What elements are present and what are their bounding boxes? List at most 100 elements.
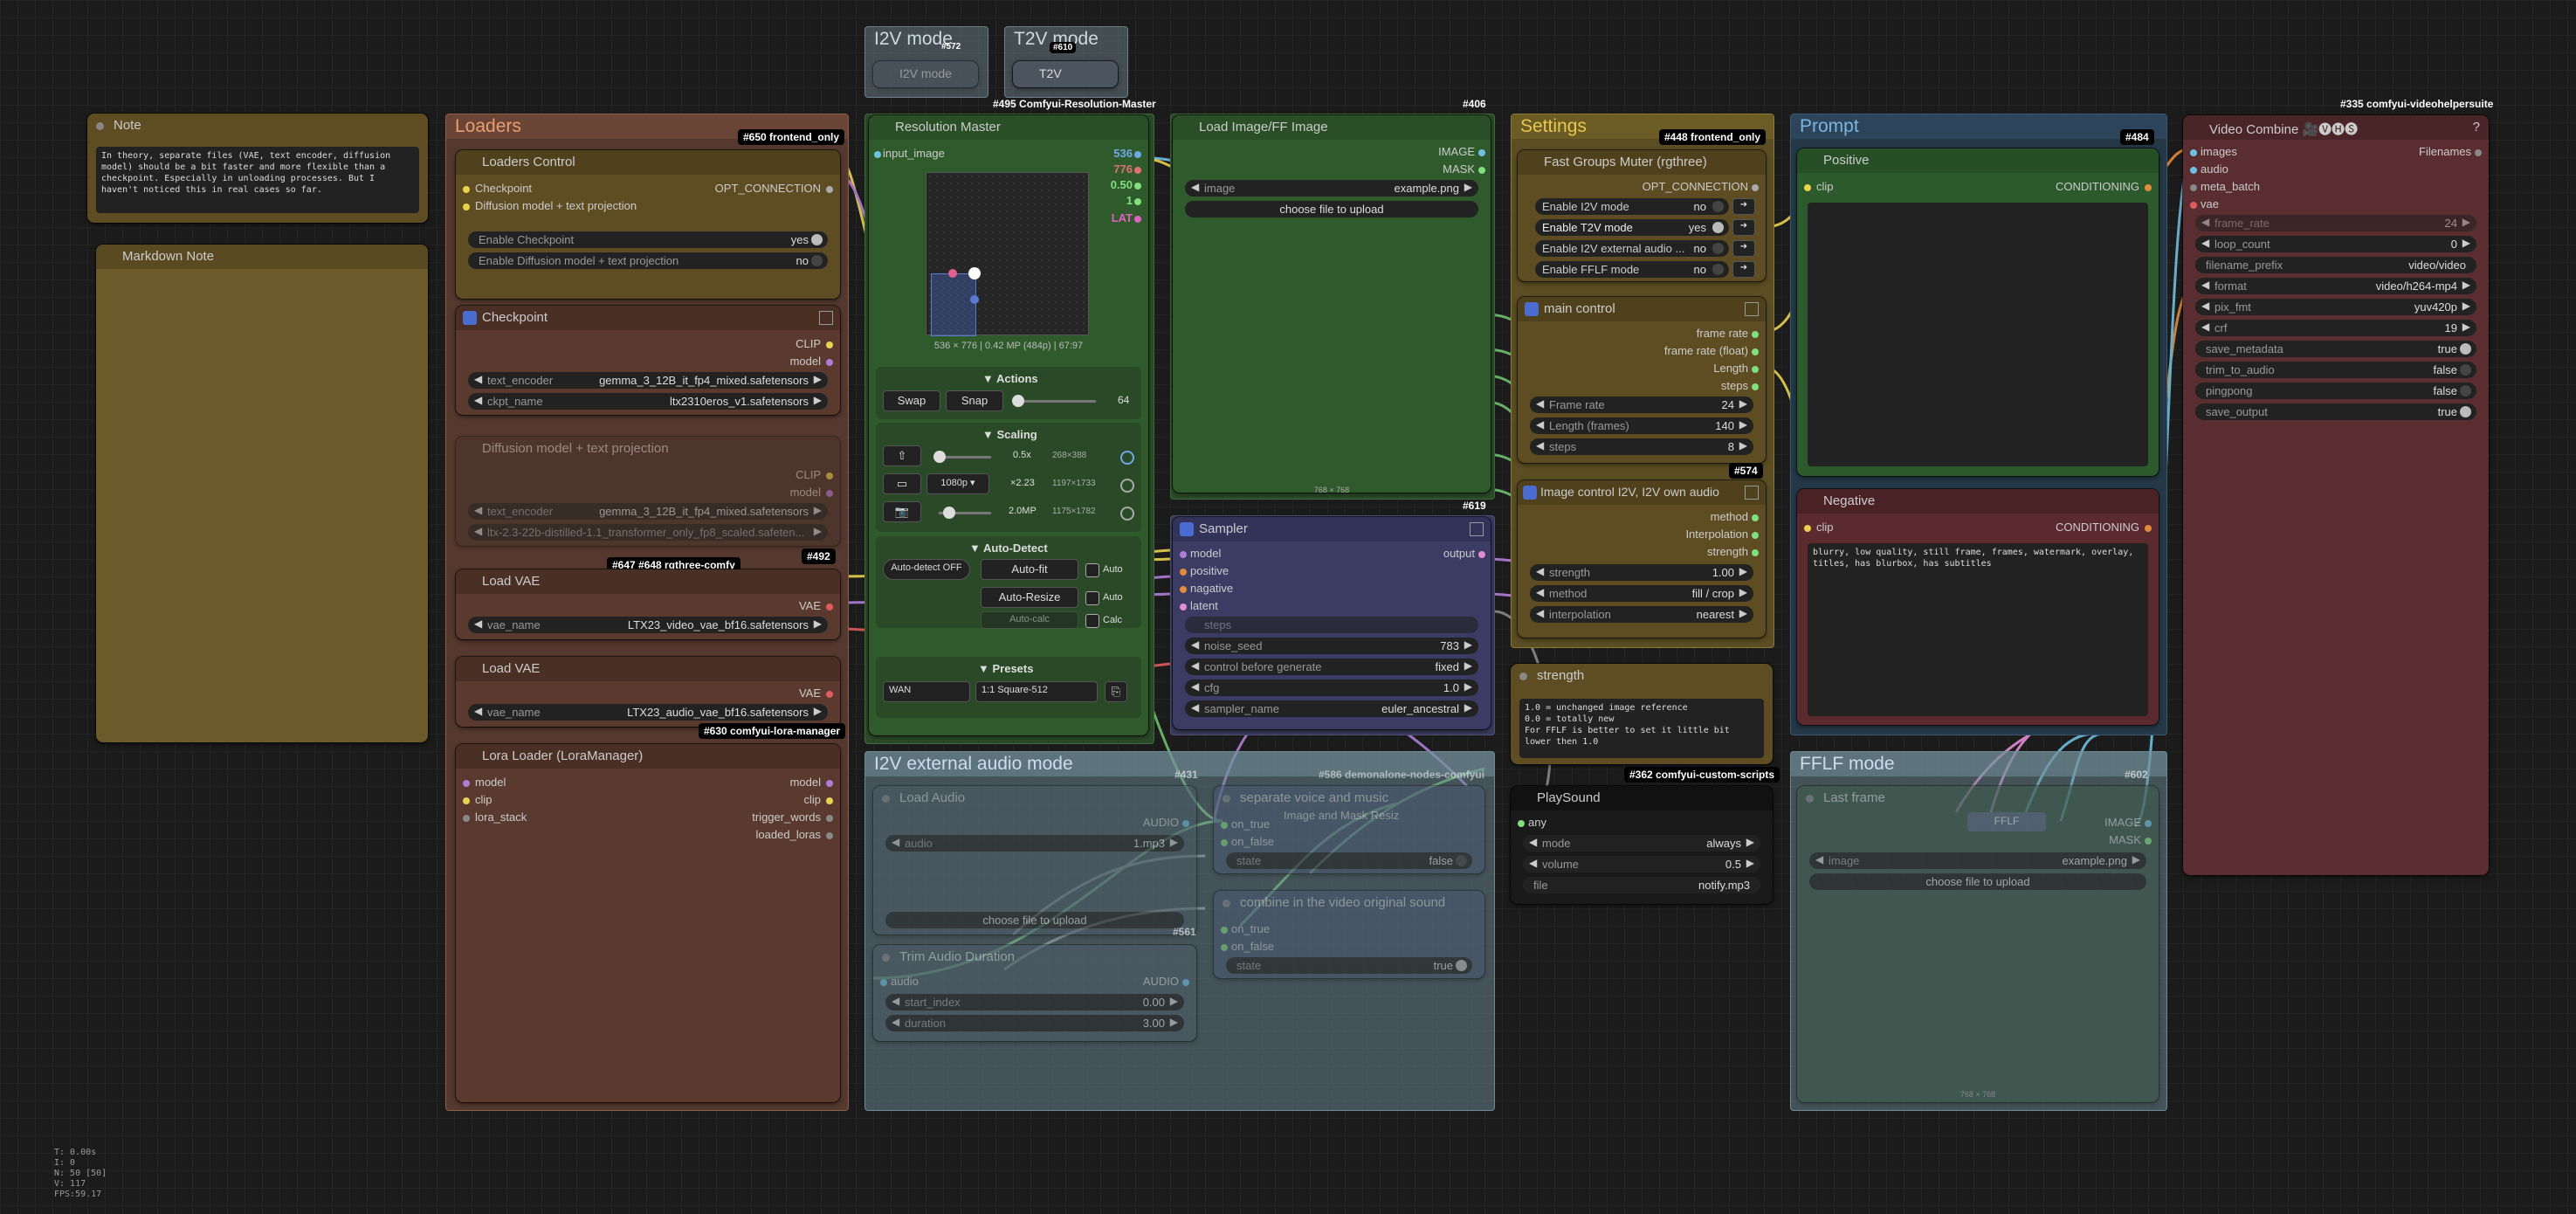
- presets-header[interactable]: ▼ Presets: [978, 662, 1033, 675]
- preset-category-select[interactable]: WAN: [883, 681, 970, 702]
- input-on-false[interactable]: on_false: [1221, 835, 1274, 848]
- save-output-toggle[interactable]: save_output true: [2195, 404, 2476, 420]
- input-checkpoint[interactable]: Checkpoint: [463, 182, 532, 195]
- input-clip[interactable]: clip: [1804, 521, 1834, 534]
- input-any[interactable]: any: [1518, 816, 1546, 829]
- resolution-blue-dot[interactable]: [970, 295, 979, 304]
- megapixel-slider[interactable]: [939, 507, 991, 519]
- volume-input[interactable]: ◀ volume 0.5 ▶: [1523, 856, 1760, 873]
- negative-node[interactable]: Negative clip CONDITIONING blurry, low q…: [1797, 489, 2159, 725]
- positive-node[interactable]: Positive clip CONDITIONING: [1797, 148, 2159, 476]
- output-length[interactable]: Length: [1713, 362, 1759, 375]
- duration-input[interactable]: ◀ duration 3.00 ▶: [885, 1015, 1184, 1031]
- output-conditioning[interactable]: CONDITIONING: [2056, 180, 2152, 193]
- audio-select[interactable]: ◀ audio 1.mp3 ▶: [885, 835, 1184, 852]
- input-audio[interactable]: audio: [2190, 162, 2228, 176]
- input-on-true[interactable]: on_true: [1221, 817, 1270, 831]
- trim-to-audio-toggle[interactable]: trim_to_audio false: [2195, 362, 2476, 378]
- input-model[interactable]: model: [1180, 547, 1221, 560]
- length-frames-input[interactable]: ◀ Length (frames) 140 ▶: [1530, 417, 1753, 434]
- input-latent[interactable]: latent: [1180, 599, 1218, 612]
- output-opt-connection[interactable]: OPT_CONNECTION: [715, 182, 833, 195]
- input-clip[interactable]: clip: [463, 793, 492, 806]
- output-model[interactable]: model: [790, 486, 833, 499]
- output-method[interactable]: method: [1711, 510, 1759, 523]
- pix-fmt-select[interactable]: ◀ pix_fmt yuv420p ▶: [2195, 299, 2476, 315]
- vae-name-select[interactable]: ◀ vae_name LTX23_audio_vae_bf16.safetensor…: [468, 704, 828, 721]
- output-mask[interactable]: MASK: [2109, 833, 2152, 846]
- load-vae-audio-node[interactable]: Load VAE VAE ◀ vae_name LTX23_audio_vae_bf…: [456, 657, 840, 727]
- filename-prefix-input[interactable]: filename_prefix video/video: [2195, 257, 2476, 273]
- swap-button[interactable]: Swap: [883, 390, 940, 411]
- sampler-node[interactable]: Sampler model positive nagative latent s…: [1173, 517, 1491, 729]
- control-before-generate-select[interactable]: ◀ control before generate fixed ▶: [1185, 659, 1478, 675]
- output-width[interactable]: 536: [1113, 147, 1141, 160]
- strength-note-textarea[interactable]: 1.0 = unchanged image reference 0.0 = to…: [1519, 699, 1764, 758]
- output-mask[interactable]: MASK: [1443, 162, 1485, 176]
- output-image[interactable]: IMAGE: [1438, 145, 1485, 158]
- output-audio[interactable]: AUDIO: [1143, 816, 1189, 829]
- scale-radio-3[interactable]: [1120, 507, 1134, 521]
- megapixel-button[interactable]: 📷: [883, 501, 921, 522]
- enable-fflf-nav-button[interactable]: ➜: [1732, 261, 1755, 278]
- strength-note-node[interactable]: strength 1.0 = unchanged image reference…: [1511, 664, 1773, 764]
- scale-radio-1[interactable]: [1120, 451, 1134, 465]
- output-clip[interactable]: CLIP: [796, 337, 833, 350]
- enable-checkpoint-toggle[interactable]: Enable Checkpoint yes: [468, 231, 828, 248]
- file-input[interactable]: file notify.mp3: [1523, 877, 1760, 893]
- crf-input[interactable]: ◀ crf 19 ▶: [2195, 320, 2476, 336]
- enable-i2v-audio-nav-button[interactable]: ➜: [1732, 240, 1755, 257]
- steps-input[interactable]: steps: [1185, 617, 1478, 633]
- output-steps[interactable]: steps: [1721, 379, 1759, 392]
- expand-icon[interactable]: [1745, 486, 1759, 500]
- scale-slider[interactable]: [933, 451, 991, 463]
- steps-input[interactable]: ◀ steps 8 ▶: [1530, 438, 1753, 455]
- upload-audio-button[interactable]: choose file to upload: [885, 912, 1184, 928]
- upload-button[interactable]: choose file to upload: [1185, 201, 1478, 217]
- state-toggle[interactable]: state false: [1226, 852, 1472, 869]
- load-audio-node[interactable]: Load Audio AUDIO ◀ audio 1.mp3 ▶ choose fil…: [873, 786, 1196, 935]
- note-node[interactable]: Note In theory, separate files (VAE, tex…: [87, 114, 428, 223]
- enable-t2v-toggle[interactable]: Enable T2V mode yes: [1535, 219, 1729, 236]
- noise-seed-input[interactable]: ◀ noise_seed 783 ▶: [1185, 638, 1478, 654]
- playsound-node[interactable]: PlaySound any ◀ mode always ▶ ◀ volume 0.5 ▶ f…: [1511, 786, 1773, 904]
- separate-voice-node[interactable]: separate voice and music Image and Mask …: [1214, 786, 1484, 873]
- auto-checkbox-1[interactable]: [1085, 563, 1099, 577]
- enable-t2v-nav-button[interactable]: ➜: [1732, 219, 1755, 236]
- input-model[interactable]: model: [463, 776, 506, 789]
- output-frame-rate[interactable]: frame rate: [1697, 327, 1759, 340]
- diffusion-model-node[interactable]: Diffusion model + text projection CLIP m…: [456, 437, 840, 546]
- output-conditioning[interactable]: CONDITIONING: [2056, 521, 2152, 534]
- input-vae[interactable]: vae: [2190, 197, 2219, 210]
- input-image[interactable]: input_image: [874, 147, 945, 160]
- output-vae[interactable]: VAE: [799, 686, 833, 700]
- combine-video-sound-node[interactable]: combine in the video original sound on_t…: [1214, 891, 1484, 978]
- output-scale[interactable]: 0.50: [1111, 178, 1141, 191]
- input-on-true[interactable]: on_true: [1221, 922, 1270, 935]
- start-index-input[interactable]: ◀ start_index 0.00 ▶: [885, 994, 1184, 1011]
- load-image-node[interactable]: Load Image/FF Image IMAGE MASK ◀ image exa…: [1173, 115, 1491, 493]
- output-frame-rate-float[interactable]: frame rate (float): [1664, 344, 1759, 357]
- scale-radio-2[interactable]: [1120, 479, 1134, 493]
- resolution-canvas[interactable]: [926, 172, 1089, 336]
- enable-fflf-toggle[interactable]: Enable FFLF mode no: [1535, 261, 1729, 278]
- enable-diffusion-toggle[interactable]: Enable Diffusion model + text projection…: [468, 252, 828, 269]
- loop-count-input[interactable]: ◀ loop_count 0 ▶: [2195, 236, 2476, 252]
- autodetect-header[interactable]: ▼ Auto-Detect: [969, 541, 1048, 555]
- image-select[interactable]: ◀ image example.png ▶: [1809, 852, 2146, 869]
- snap-slider[interactable]: [1012, 395, 1096, 407]
- input-positive[interactable]: positive: [1180, 564, 1229, 577]
- state-toggle[interactable]: state true: [1226, 957, 1472, 974]
- resolution-preset-select[interactable]: 1080p ▾: [926, 473, 989, 494]
- resolution-preset-button[interactable]: ▭: [883, 473, 921, 494]
- output-audio[interactable]: AUDIO: [1143, 975, 1189, 988]
- trim-audio-node[interactable]: Trim Audio Duration audio AUDIO ◀ start_i…: [873, 945, 1196, 1041]
- input-diffusion[interactable]: Diffusion model + text projection: [463, 199, 637, 212]
- text-encoder-select[interactable]: ◀ text_encoder gemma_3_12B_it_fp4_mixed.sa…: [468, 372, 828, 389]
- image-control-node[interactable]: Image control I2V, I2V own audio method …: [1518, 480, 1766, 638]
- last-frame-node[interactable]: Last frame FFLF IMAGE MASK ◀ image example…: [1797, 786, 2159, 1102]
- preset-value-select[interactable]: 1:1 Square-512: [975, 681, 1098, 702]
- negative-prompt-textarea[interactable]: blurry, low quality, still frame, frames…: [1808, 543, 2148, 716]
- resolution-pink-dot[interactable]: [948, 269, 957, 278]
- input-audio[interactable]: audio: [880, 975, 919, 988]
